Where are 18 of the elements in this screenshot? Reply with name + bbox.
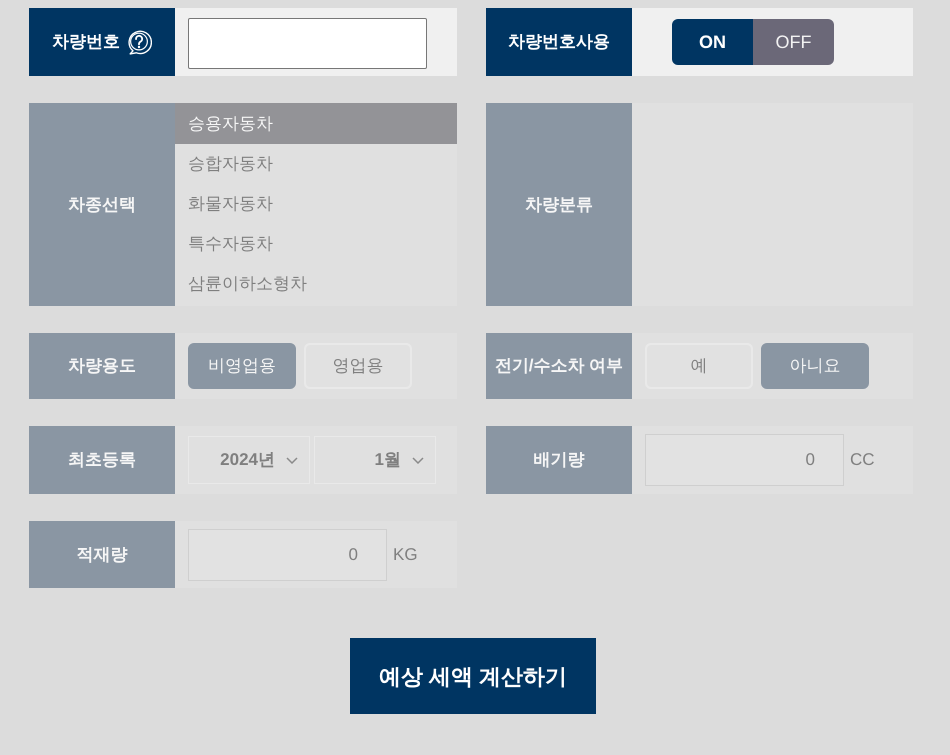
unit-label: KG [393,544,418,566]
field-label: 전기/수소차 여부 [494,355,624,378]
field-label: 차량용도 [68,355,136,378]
chevron-down-icon [412,456,424,464]
field-label: 배기량 [534,449,584,472]
toggle-option[interactable]: OFF [753,19,834,65]
chevron-down-icon [286,456,298,464]
field-label: 차종선택 [68,194,136,216]
field-label: 차량번호사용 [508,31,610,54]
toggle-option[interactable]: ON [672,19,753,65]
field-label: 최초등록 [68,449,136,472]
submit-button[interactable]: 예상 세액 계산하기 [350,638,596,714]
field-label: 차량번호 [52,31,120,54]
text-input[interactable] [188,18,427,69]
field-label: 적재량 [76,544,128,566]
help-icon[interactable] [126,29,152,55]
unit-label: CC [850,449,875,472]
field-label: 차량분류 [525,194,593,216]
